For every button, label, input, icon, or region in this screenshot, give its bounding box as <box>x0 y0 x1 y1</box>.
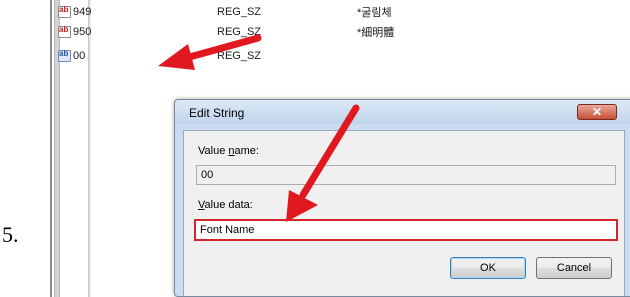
cancel-button[interactable]: Cancel <box>536 257 612 279</box>
close-icon[interactable]: ✕ <box>577 104 617 120</box>
value-data: *細明體 <box>357 27 395 39</box>
dialog-title: Edit String <box>189 106 245 120</box>
window-border <box>50 0 52 297</box>
edit-string-dialog: Edit String ✕ Value name: 00 Value data:… <box>174 99 630 297</box>
value-name: 949 <box>73 6 92 18</box>
value-type: REG_SZ <box>217 50 262 62</box>
value-name: 00 <box>73 50 86 62</box>
value-data-input[interactable]: Font Name <box>194 219 618 241</box>
dialog-body: Value name: 00 Value data: Font Name OK … <box>183 130 625 296</box>
tree-scrollbar[interactable] <box>54 0 60 297</box>
value-type: REG_SZ <box>217 26 262 38</box>
value-type: REG_SZ <box>217 6 262 18</box>
ok-button[interactable]: OK <box>450 257 526 279</box>
value-data: *굴림체 <box>357 7 392 19</box>
registry-value-row[interactable]: 949 REG_SZ *굴림체 <box>58 4 392 20</box>
value-name-field[interactable]: 00 <box>196 165 616 185</box>
string-value-icon <box>58 25 71 38</box>
string-value-icon <box>58 5 71 18</box>
registry-value-row-selected[interactable]: 00 REG_SZ <box>58 48 357 64</box>
step-number: 5. <box>2 222 19 247</box>
string-value-icon <box>58 49 71 62</box>
value-name-label: Value name: <box>198 145 259 157</box>
registry-value-row[interactable]: 950 REG_SZ *細明體 <box>58 24 394 40</box>
dialog-titlebar[interactable]: Edit String ✕ <box>175 100 630 124</box>
value-name: 950 <box>73 26 92 38</box>
pane-splitter[interactable] <box>88 0 91 297</box>
value-data-label: Value data: <box>198 199 253 211</box>
